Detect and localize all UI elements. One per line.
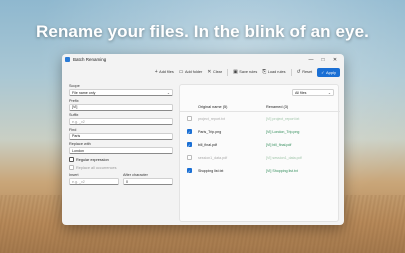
file-filter-value: All files bbox=[295, 90, 307, 95]
renamed-cell: [VI] session1_data.pdf bbox=[266, 155, 302, 160]
renamed-cell: [VI] bill_final.pdf bbox=[266, 142, 292, 147]
load-icon: ⎘ bbox=[262, 69, 267, 75]
insert-label: Insert bbox=[69, 173, 79, 177]
renamed-cell: [VI] Shopping list.txt bbox=[266, 168, 298, 173]
row-checkbox[interactable] bbox=[186, 155, 192, 160]
after-character-input[interactable]: 0 bbox=[123, 178, 173, 185]
apply-icon: ✓ bbox=[321, 69, 325, 75]
renamed-header[interactable]: Renamed (3) bbox=[266, 105, 340, 109]
save-icon: ▣ bbox=[233, 69, 238, 75]
regex-label: Regular expression bbox=[76, 157, 109, 162]
find-label: Find bbox=[69, 127, 77, 132]
minimize-button[interactable]: — bbox=[305, 57, 317, 63]
reset-label: Reset bbox=[302, 70, 313, 74]
load-rules-button[interactable]: ⎘ Load rules bbox=[262, 69, 285, 75]
prefix-label: Prefix bbox=[69, 98, 79, 103]
close-button[interactable]: ✕ bbox=[329, 57, 341, 63]
toolbar: + Add files ▭ Add folder ✕ Clear ▣ Save … bbox=[62, 65, 344, 79]
suffix-label: Suffix bbox=[69, 113, 79, 117]
original-name-cell: bill_final.pdf bbox=[198, 142, 217, 147]
window-title: Batch Renaming bbox=[73, 57, 107, 62]
renamed-cell: [VI] project_report.txt bbox=[266, 116, 300, 121]
load-rules-label: Load rules bbox=[267, 70, 286, 74]
renamed-cell: [VI] London_Trip.png bbox=[266, 129, 300, 134]
save-rules-button[interactable]: ▣ Save rules bbox=[233, 69, 257, 75]
suffix-input[interactable]: e.g. _v2 bbox=[69, 118, 173, 125]
table-row[interactable]: session1_data.pdf [VI] session1_data.pdf bbox=[180, 151, 340, 164]
scope-dropdown[interactable]: File name only ⌄ bbox=[69, 89, 173, 96]
apply-label: Apply bbox=[325, 69, 336, 75]
folder-icon: ▭ bbox=[178, 69, 184, 75]
file-list-panel: All files ⌄ Original name (5) Renamed (3… bbox=[179, 84, 340, 222]
regex-checkbox[interactable] bbox=[69, 157, 74, 162]
table-row[interactable]: ✓ Shopping list.txt [VI] Shopping list.txt bbox=[180, 164, 340, 177]
original-name-cell: project_report.txt bbox=[198, 116, 225, 121]
replace-all-checkbox[interactable] bbox=[69, 165, 74, 170]
original-name-cell: session1_data.pdf bbox=[198, 155, 228, 160]
find-input[interactable]: Paris bbox=[69, 132, 173, 140]
insert-input[interactable]: e.g. _v2 bbox=[69, 178, 119, 185]
file-filter-dropdown[interactable]: All files ⌄ bbox=[292, 89, 334, 96]
regex-checkbox-row[interactable]: Regular expression bbox=[69, 157, 173, 162]
toolbar-divider bbox=[227, 68, 229, 76]
rules-panel: Scope File name only ⌄ Prefix [VI] Suffi… bbox=[69, 84, 173, 222]
row-checkbox[interactable]: ✓ bbox=[186, 142, 192, 148]
chevron-down-icon: ⌄ bbox=[166, 90, 170, 95]
replace-label: Replace with bbox=[69, 142, 91, 146]
chevron-down-icon: ⌄ bbox=[327, 90, 331, 95]
row-checkbox[interactable] bbox=[186, 116, 192, 121]
add-file-icon: + bbox=[154, 69, 158, 75]
original-name-cell: Paris_Trip.png bbox=[198, 129, 222, 134]
add-files-button[interactable]: + Add files bbox=[155, 69, 174, 75]
reset-icon: ↺ bbox=[296, 69, 301, 75]
row-checkbox[interactable]: ✓ bbox=[186, 168, 192, 174]
replace-all-checkbox-row[interactable]: Replace all occurrences bbox=[69, 165, 173, 170]
original-name-cell: Shopping list.txt bbox=[198, 168, 224, 173]
save-rules-label: Save rules bbox=[239, 70, 258, 74]
clear-icon: ✕ bbox=[207, 69, 212, 75]
toolbar-divider bbox=[290, 68, 292, 76]
after-character-label: After character bbox=[123, 173, 148, 177]
apply-button[interactable]: ✓ Apply bbox=[317, 67, 340, 77]
add-folder-button[interactable]: ▭ Add folder bbox=[179, 69, 203, 75]
scope-label: Scope bbox=[69, 84, 80, 88]
reset-button[interactable]: ↺ Reset bbox=[297, 69, 313, 75]
replace-all-label: Replace all occurrences bbox=[76, 165, 117, 170]
scope-value: File name only bbox=[72, 90, 96, 95]
table-row[interactable]: project_report.txt [VI] project_report.tx… bbox=[180, 112, 340, 125]
original-name-header[interactable]: Original name (5) bbox=[198, 105, 266, 109]
row-checkbox[interactable]: ✓ bbox=[186, 129, 192, 135]
add-folder-label: Add folder bbox=[184, 70, 203, 74]
file-table: Original name (5) Renamed (3) project_re… bbox=[180, 103, 340, 177]
table-row[interactable]: ✓ bill_final.pdf [VI] bill_final.pdf bbox=[180, 138, 340, 151]
clear-label: Clear bbox=[212, 70, 223, 74]
hero-headline: Rename your files. In the blink of an ey… bbox=[36, 22, 369, 41]
title-bar: Batch Renaming — □ ✕ bbox=[62, 54, 344, 65]
add-files-label: Add files bbox=[159, 70, 174, 74]
app-icon bbox=[65, 57, 70, 62]
replace-input[interactable]: London bbox=[69, 147, 173, 154]
prefix-input[interactable]: [VI] bbox=[69, 103, 173, 111]
app-window: Batch Renaming — □ ✕ + Add files ▭ Add f… bbox=[62, 54, 344, 225]
table-row[interactable]: ✓ Paris_Trip.png [VI] London_Trip.png bbox=[180, 125, 340, 138]
maximize-button[interactable]: □ bbox=[317, 57, 329, 63]
table-header: Original name (5) Renamed (3) bbox=[180, 103, 340, 112]
clear-button[interactable]: ✕ Clear bbox=[207, 69, 222, 75]
